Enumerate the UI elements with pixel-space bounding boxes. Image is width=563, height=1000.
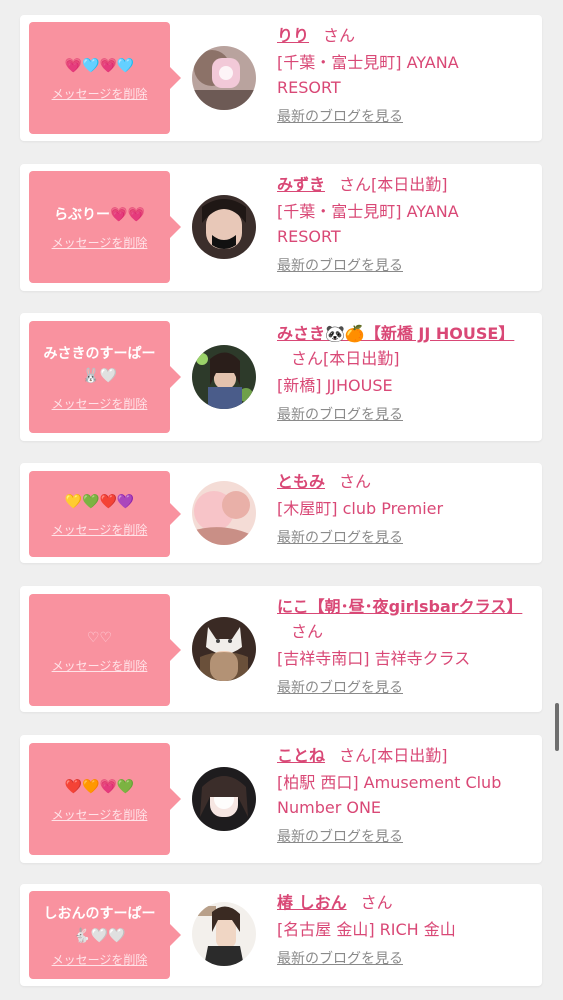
delete-message-link[interactable]: メッセージを削除 xyxy=(52,234,148,251)
delete-message-link[interactable]: メッセージを削除 xyxy=(52,85,148,102)
message-bubble: らぶりー💗💗 メッセージを削除 xyxy=(29,171,181,283)
card-info: にこ【朝･昼･夜girlsbarクラス】さん [吉祥寺南口] 吉祥寺クラス 最新… xyxy=(277,594,527,697)
status-badge: [本日出勤] xyxy=(371,175,448,194)
store-location: [木屋町] club Premier xyxy=(277,499,444,518)
latest-blog-link[interactable]: 最新のブログを見る xyxy=(277,106,403,126)
card-info: みさき🐼🍊【新橋 JJ HOUSE】さん[本日出勤] [新橋] JJHOUSE … xyxy=(277,321,527,424)
girl-name-link[interactable]: みさき🐼🍊【新橋 JJ HOUSE】 xyxy=(277,324,514,343)
message-card: みさきのすーぱー🐰🤍 メッセージを削除 みさき🐼🍊【新橋 JJ HOUSE】さん… xyxy=(20,313,542,441)
message-card: 💛💚❤️💜 メッセージを削除 ともみ さん [木屋町] club Premier … xyxy=(20,463,542,563)
message-text: ♡♡ xyxy=(86,629,113,646)
status-badge: [本日出勤] xyxy=(323,349,400,368)
message-text: らぶりー💗💗 xyxy=(54,206,145,223)
store-location: [柏駅 西口] Amusement Club Number ONE xyxy=(277,773,502,817)
card-info: 椿 しおん さん [名古屋 金山] RICH 金山 最新のブログを見る xyxy=(277,890,527,968)
message-card: ❤️🧡💗💚 メッセージを削除 ことね さん[本日出勤] [柏駅 西口] Amuse… xyxy=(20,735,542,863)
card-info: りり さん [千葉・富士見町] AYANA RESORT 最新のブログを見る xyxy=(277,23,527,126)
message-text: 💗🩵💗🩵 xyxy=(64,57,135,74)
san-label: さん xyxy=(339,746,372,765)
san-label: さん xyxy=(339,175,372,194)
message-bubble: ♡♡ メッセージを削除 xyxy=(29,594,181,706)
message-text: 💛💚❤️💜 xyxy=(64,493,135,510)
avatar[interactable] xyxy=(192,46,256,110)
girl-name-link[interactable]: ともみ xyxy=(277,472,325,491)
latest-blog-link[interactable]: 最新のブログを見る xyxy=(277,255,403,275)
latest-blog-link[interactable]: 最新のブログを見る xyxy=(277,948,403,968)
delete-message-link[interactable]: メッセージを削除 xyxy=(52,395,148,412)
status-badge: [本日出勤] xyxy=(371,746,448,765)
store-location: [吉祥寺南口] 吉祥寺クラス xyxy=(277,649,471,668)
latest-blog-link[interactable]: 最新のブログを見る xyxy=(277,527,403,547)
girl-name-link[interactable]: 椿 しおん xyxy=(277,893,347,912)
store-location: [千葉・富士見町] AYANA RESORT xyxy=(277,53,459,97)
avatar[interactable] xyxy=(192,902,256,966)
san-label: さん xyxy=(291,622,324,641)
message-card: らぶりー💗💗 メッセージを削除 みずき さん[本日出勤] [千葉・富士見町] AY… xyxy=(20,164,542,291)
delete-message-link[interactable]: メッセージを削除 xyxy=(52,657,148,674)
scrollbar[interactable] xyxy=(555,703,559,751)
card-info: みずき さん[本日出勤] [千葉・富士見町] AYANA RESORT 最新のブロ… xyxy=(277,172,527,275)
message-bubble: 💗🩵💗🩵 メッセージを削除 xyxy=(29,22,181,134)
message-bubble: ❤️🧡💗💚 メッセージを削除 xyxy=(29,743,181,855)
card-info: ことね さん[本日出勤] [柏駅 西口] Amusement Club Numbe… xyxy=(277,743,527,846)
delete-message-link[interactable]: メッセージを削除 xyxy=(52,951,148,968)
message-bubble: みさきのすーぱー🐰🤍 メッセージを削除 xyxy=(29,321,181,433)
message-text: みさきのすーぱー🐰🤍 xyxy=(43,345,156,384)
message-text: ❤️🧡💗💚 xyxy=(64,778,135,795)
san-label: さん xyxy=(323,26,356,45)
card-info: ともみ さん [木屋町] club Premier 最新のブログを見る xyxy=(277,469,527,547)
avatar[interactable] xyxy=(192,617,256,681)
store-location: [名古屋 金山] RICH 金山 xyxy=(277,920,456,939)
san-label: さん xyxy=(360,893,393,912)
message-card: ♡♡ メッセージを削除 にこ【朝･昼･夜girlsbarクラス】さん [吉祥寺南… xyxy=(20,586,542,712)
san-label: さん xyxy=(291,349,324,368)
san-label: さん xyxy=(339,472,372,491)
avatar[interactable] xyxy=(192,345,256,409)
latest-blog-link[interactable]: 最新のブログを見る xyxy=(277,677,403,697)
girl-name-link[interactable]: りり xyxy=(277,26,309,45)
avatar[interactable] xyxy=(192,195,256,259)
message-card: しおんのすーぱー🐇🤍🤍 メッセージを削除 椿 しおん さん [名古屋 金山] RI… xyxy=(20,884,542,986)
girl-name-link[interactable]: にこ【朝･昼･夜girlsbarクラス】 xyxy=(277,597,522,616)
message-card: 💗🩵💗🩵 メッセージを削除 りり さん [千葉・富士見町] AYANA RESOR… xyxy=(20,15,542,141)
avatar[interactable] xyxy=(192,767,256,831)
delete-message-link[interactable]: メッセージを削除 xyxy=(52,521,148,538)
girl-name-link[interactable]: ことね xyxy=(277,746,325,765)
avatar[interactable] xyxy=(192,481,256,545)
girl-name-link[interactable]: みずき xyxy=(277,175,325,194)
message-bubble: 💛💚❤️💜 メッセージを削除 xyxy=(29,471,181,557)
store-location: [千葉・富士見町] AYANA RESORT xyxy=(277,202,459,246)
message-bubble: しおんのすーぱー🐇🤍🤍 メッセージを削除 xyxy=(29,891,181,979)
delete-message-link[interactable]: メッセージを削除 xyxy=(52,806,148,823)
message-text: しおんのすーぱー🐇🤍🤍 xyxy=(43,905,156,944)
latest-blog-link[interactable]: 最新のブログを見る xyxy=(277,826,403,846)
store-location: [新橋] JJHOUSE xyxy=(277,376,393,395)
latest-blog-link[interactable]: 最新のブログを見る xyxy=(277,404,403,424)
